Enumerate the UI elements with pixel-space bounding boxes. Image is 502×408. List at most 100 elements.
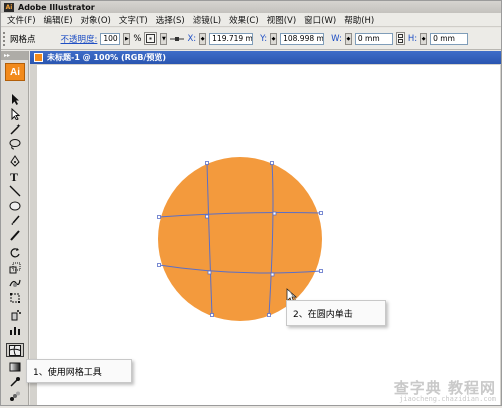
y-input[interactable]: 108.998 mm	[280, 32, 325, 45]
callout-step-1: 1、使用网格工具	[26, 359, 132, 383]
opacity-unit: %	[133, 33, 142, 44]
warp-tool[interactable]	[6, 276, 24, 290]
document-icon	[34, 53, 43, 62]
menu-view[interactable]: 视图(V)	[263, 14, 300, 26]
mesh-anchor-point[interactable]	[319, 211, 323, 215]
blend-tool[interactable]	[6, 390, 24, 404]
eyedropper-tool[interactable]	[6, 375, 24, 389]
free-transform-tool[interactable]	[6, 291, 24, 305]
rotate-tool[interactable]	[6, 246, 24, 260]
reference-point-dropdown[interactable]: ▼	[160, 32, 168, 45]
scale-tool[interactable]	[6, 261, 24, 275]
watermark-main: 查字典 教程网	[393, 379, 496, 397]
w-input[interactable]: 0 mm	[354, 32, 393, 45]
reference-point-button[interactable]	[144, 32, 158, 45]
line-segment-icon	[9, 185, 21, 197]
gradient-icon	[9, 362, 21, 372]
opacity-input[interactable]: 100	[100, 32, 121, 45]
mesh-anchor-point[interactable]	[205, 214, 209, 219]
menu-effect[interactable]: 效果(C)	[225, 14, 263, 26]
menu-select[interactable]: 选择(S)	[152, 14, 189, 26]
direct-selection-tool[interactable]	[6, 107, 24, 121]
artboard[interactable]	[37, 65, 500, 405]
ellipse-icon	[9, 201, 21, 211]
title-bar: Ai Adobe Illustrator	[1, 1, 501, 13]
watermark: 查字典 教程网 jiaocheng.chazidian.com	[394, 381, 496, 403]
document-title: 未标题-1 @ 100% (RGB/预览)	[47, 53, 167, 62]
symbol-sprayer-icon	[11, 310, 21, 321]
gradient-tool[interactable]	[6, 360, 24, 374]
paintbrush-icon	[11, 215, 20, 225]
lasso-icon	[9, 139, 21, 150]
tools-panel-header[interactable]: ▸▸	[1, 51, 28, 60]
callout-step-1-text: 1、使用网格工具	[33, 367, 102, 378]
document-tab[interactable]: 未标题-1 @ 100% (RGB/预览)	[30, 51, 501, 64]
control-bar: 网格点 不透明度: 100 ▶ % ▼ X: ◆ 119.719 mm Y: ◆…	[1, 28, 501, 50]
h-input[interactable]: 0 mm	[430, 32, 469, 45]
magic-wand-icon: ✦	[10, 123, 21, 135]
reference-point-icon	[146, 34, 156, 43]
mesh-anchor-point[interactable]	[270, 161, 274, 165]
mesh-icon	[9, 344, 21, 356]
opacity-dropdown[interactable]: ▶	[123, 32, 131, 45]
mesh-anchor-point[interactable]	[270, 272, 275, 277]
warp-icon	[9, 279, 21, 287]
mesh-anchor-point[interactable]	[210, 313, 214, 317]
callout-step-2: 2、在圆内单击	[286, 300, 386, 326]
opacity-link[interactable]: 不透明度:	[61, 33, 98, 45]
menu-file[interactable]: 文件(F)	[3, 14, 40, 26]
paintbrush-tool[interactable]	[6, 214, 24, 228]
menu-edit[interactable]: 编辑(E)	[40, 14, 77, 26]
blend-icon	[10, 391, 20, 401]
menu-help[interactable]: 帮助(H)	[340, 14, 378, 26]
mesh-anchor-point[interactable]	[157, 215, 161, 219]
selection-tool[interactable]	[6, 92, 24, 106]
magic-wand-tool[interactable]: ✦	[6, 122, 24, 136]
svg-text:T: T	[10, 170, 18, 182]
ellipse-tool[interactable]	[6, 199, 24, 213]
mesh-anchor-point[interactable]	[207, 270, 212, 275]
menu-type[interactable]: 文字(T)	[115, 14, 152, 26]
mesh-circle-object[interactable]	[158, 157, 322, 321]
constrain-proportions-button[interactable]	[395, 32, 405, 45]
control-bar-grip[interactable]	[3, 31, 7, 46]
ai-logo: Ai	[5, 63, 25, 81]
svg-text:✦: ✦	[16, 123, 21, 130]
lasso-tool[interactable]	[6, 137, 24, 151]
callout-step-2-text: 2、在圆内单击	[293, 309, 353, 320]
y-stepper[interactable]: ◆	[270, 32, 278, 45]
h-label: H:	[407, 33, 418, 44]
free-transform-icon	[10, 293, 20, 303]
type-t-icon: T	[10, 170, 18, 182]
eyedropper-icon	[10, 377, 20, 387]
x-label: X:	[187, 33, 197, 44]
mesh-anchor-point[interactable]	[319, 269, 323, 273]
pencil-tool[interactable]	[6, 229, 24, 243]
artboard-svg[interactable]	[37, 65, 500, 405]
menu-object[interactable]: 对象(O)	[77, 14, 115, 26]
x-input[interactable]: 119.719 mm	[209, 32, 254, 45]
mesh-anchor-point[interactable]	[157, 263, 161, 267]
mesh-tool[interactable]	[6, 343, 24, 357]
scale-icon	[9, 262, 21, 274]
w-stepper[interactable]: ◆	[344, 32, 352, 45]
menu-bar: 文件(F) 编辑(E) 对象(O) 文字(T) 选择(S) 滤镜(L) 效果(C…	[1, 13, 501, 27]
pen-tool[interactable]	[6, 154, 24, 168]
menu-window[interactable]: 窗口(W)	[300, 14, 340, 26]
column-graph-icon	[10, 327, 20, 335]
selection-arrow-icon	[12, 94, 19, 105]
x-stepper[interactable]: ◆	[199, 32, 207, 45]
h-stepper[interactable]: ◆	[420, 32, 428, 45]
y-label: Y:	[260, 33, 268, 44]
mesh-anchor-point[interactable]	[205, 161, 209, 165]
mesh-anchor-point[interactable]	[272, 211, 277, 216]
column-graph-tool[interactable]	[6, 323, 24, 337]
app-icon: Ai	[4, 2, 14, 12]
symbol-sprayer-tool[interactable]	[6, 308, 24, 322]
menu-filter[interactable]: 滤镜(L)	[189, 14, 225, 26]
mesh-anchor-point[interactable]	[267, 313, 271, 317]
selection-type-label: 网格点	[10, 34, 36, 45]
type-tool[interactable]: T	[6, 169, 24, 183]
line-segment-tool[interactable]	[6, 184, 24, 198]
tools-panel: ▸▸ Ai ✦ T	[1, 51, 29, 405]
